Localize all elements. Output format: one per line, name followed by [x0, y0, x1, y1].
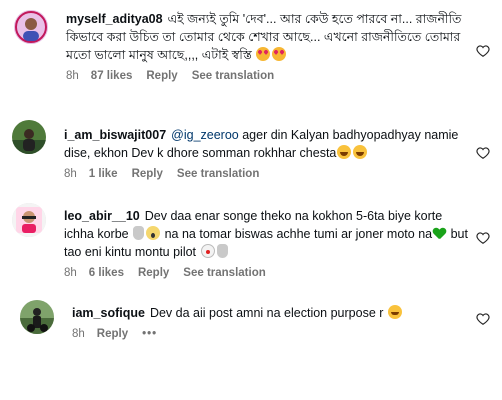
avatar[interactable] — [14, 10, 48, 44]
comment-text: i_am_biswajit007 @ig_zeeroo ager din Kaly… — [64, 126, 468, 162]
comment-mention[interactable]: @ig_zeeroo — [171, 128, 239, 142]
reply-button[interactable]: Reply — [132, 168, 163, 180]
reply-button[interactable]: Reply — [138, 267, 169, 279]
like-heart-icon[interactable] — [476, 231, 490, 245]
likes-count[interactable]: 1 like — [89, 168, 118, 180]
like-heart-icon[interactable] — [476, 312, 490, 326]
reply-button[interactable]: Reply — [97, 328, 128, 340]
reply-button[interactable]: Reply — [146, 70, 177, 82]
comment-time: 8h — [66, 70, 79, 82]
see-translation-link[interactable]: See translation — [177, 168, 259, 180]
comment-meta: 8h Reply ••• — [72, 328, 468, 340]
laughing-emoji — [353, 145, 368, 159]
raised-hand-emoji — [216, 244, 228, 258]
comment-username[interactable]: i_am_biswajit007 — [64, 128, 166, 142]
see-translation-link[interactable]: See translation — [192, 70, 274, 82]
raised-hand-emoji — [133, 226, 145, 240]
comment-username[interactable]: myself_aditya08 — [66, 12, 163, 26]
like-heart-icon[interactable] — [476, 44, 490, 58]
laughing-emoji — [337, 145, 352, 159]
comment-time: 8h — [64, 267, 77, 279]
like-heart-icon[interactable] — [476, 146, 490, 160]
comment-username[interactable]: iam_sofique — [72, 306, 145, 320]
comment-time: 8h — [72, 328, 85, 340]
comment-meta: 8h 1 like Reply See translation — [64, 168, 468, 180]
see-translation-link[interactable]: See translation — [183, 267, 265, 279]
green-heart-emoji — [433, 228, 446, 240]
comment-text: leo_abir__10 Dev daa enar songe theko na … — [64, 207, 468, 261]
comment-meta: 8h 6 likes Reply See translation — [64, 267, 468, 279]
avatar[interactable] — [20, 300, 54, 334]
comment-body: Dev da aii post amni na election purpose… — [149, 306, 384, 320]
comment-username[interactable]: leo_abir__10 — [64, 209, 140, 223]
avatar[interactable] — [12, 120, 46, 154]
comment-text: myself_aditya08 এই জন্যই তুমি 'দেব'... আর… — [66, 10, 468, 64]
grinning-sweat-emoji — [387, 305, 402, 319]
comment-time: 8h — [64, 168, 77, 180]
likes-count[interactable]: 6 likes — [89, 267, 124, 279]
love-eyes-emoji — [256, 47, 271, 61]
comment-meta: 8h 87 likes Reply See translation — [66, 70, 468, 82]
comment-text: iam_sofique Dev da aii post amni na elect… — [72, 304, 468, 322]
likes-count[interactable]: 87 likes — [91, 70, 133, 82]
love-eyes-emoji — [272, 47, 287, 61]
comment-body-part2: na na tomar biswas achhe tumi ar joner m… — [164, 227, 433, 241]
avatar[interactable] — [12, 203, 46, 237]
more-options-icon[interactable]: ••• — [142, 328, 157, 340]
screaming-face-emoji — [146, 226, 161, 240]
clown-face-emoji — [200, 244, 215, 258]
